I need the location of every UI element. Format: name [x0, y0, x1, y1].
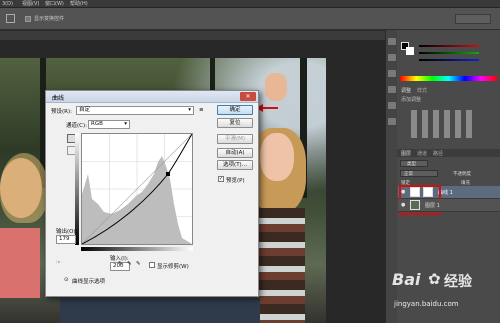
menu-3d[interactable]: 3(D): [2, 0, 13, 8]
person-right-raised-hand: [265, 73, 287, 101]
preview-label: 预览(P): [226, 178, 245, 184]
layer-kind-filter[interactable]: 类型: [400, 160, 428, 167]
info-icon[interactable]: [388, 70, 396, 77]
document-tab-bar[interactable]: [0, 31, 385, 40]
watermark-brand: Bai: [392, 270, 421, 289]
history-icon[interactable]: [388, 38, 396, 45]
person-right-dress: [255, 208, 305, 323]
preset-value: 自定: [79, 107, 91, 113]
gray-eyedropper-icon[interactable]: ✎: [127, 261, 132, 267]
chevron-down-icon: ▾: [188, 107, 191, 113]
channel-value: RGB: [91, 121, 103, 127]
options-bar: 显示变换控件: [0, 8, 500, 30]
curves-dialog: 曲线 ✕ 预设(R): 自定 ▾ ≡ 通道(C): RGB ▾ 输出(O): 1…: [45, 90, 259, 297]
properties-icon[interactable]: [388, 54, 396, 61]
tab-adjustments[interactable]: 调整: [401, 87, 411, 94]
dialog-title-bar[interactable]: 曲线 ✕: [46, 91, 258, 103]
layer-name[interactable]: 图层 1: [425, 202, 440, 209]
output-field[interactable]: 179: [56, 235, 76, 244]
smooth-button[interactable]: 平滑(M): [217, 134, 253, 144]
watermark-text: 经验: [444, 274, 472, 290]
eye-icon[interactable]: ●: [401, 202, 405, 208]
green-slider[interactable]: [419, 52, 479, 54]
tab-channels[interactable]: 通道: [417, 150, 427, 157]
watermark: Bai ✿ 经验 jingyan.baidu.com: [388, 262, 498, 320]
watermark-url: jingyan.baidu.com: [394, 300, 459, 308]
dialog-title: 曲线: [52, 95, 65, 102]
image-layer-thumbnail: [410, 200, 420, 210]
black-eyedropper-icon[interactable]: ✎: [118, 261, 123, 267]
channel-label: 通道(C):: [66, 123, 87, 129]
output-label: 输出(O):: [56, 229, 78, 235]
tab-styles[interactable]: 样式: [417, 87, 427, 94]
chevron-down-icon: ▾: [124, 121, 127, 127]
output-value: 179: [59, 236, 70, 242]
blend-mode-value: 正常: [404, 172, 413, 177]
brush-icon[interactable]: [388, 86, 396, 93]
white-eyedropper-icon[interactable]: ✎: [136, 261, 141, 267]
target-adjust-icon[interactable]: ☞: [56, 260, 61, 266]
channel-select[interactable]: RGB ▾: [88, 120, 130, 129]
layers-tabs: 图层 通道 路径: [397, 149, 500, 157]
curve-control-point: [166, 172, 170, 176]
tab-layers[interactable]: 图层: [401, 150, 411, 157]
blue-slider[interactable]: [419, 59, 479, 61]
menu-view[interactable]: 视图(V): [22, 0, 39, 8]
ok-button[interactable]: 确定: [217, 105, 253, 115]
input-gradient: [81, 247, 193, 251]
move-tool-icon[interactable]: [6, 14, 15, 23]
red-slider[interactable]: [419, 45, 479, 47]
paragraph-icon[interactable]: [388, 118, 396, 125]
curve-graph-svg: [82, 134, 192, 244]
close-icon[interactable]: ✕: [240, 92, 256, 101]
show-transform-checkbox[interactable]: [25, 16, 31, 22]
background-color-swatch[interactable]: [406, 47, 414, 55]
person-left-shirt: [0, 228, 40, 298]
preset-select[interactable]: 自定 ▾: [76, 106, 194, 115]
menu-bar: 3(D) 视图(V) 窗口(W) 帮助(H): [0, 0, 500, 8]
show-transform-label: 显示变换控件: [34, 16, 65, 22]
adjustment-icons-grid[interactable]: [411, 110, 475, 138]
blend-mode-select[interactable]: 正常: [400, 170, 438, 177]
menu-window[interactable]: 窗口(W): [45, 0, 64, 8]
curve-graph[interactable]: [81, 133, 193, 245]
adjustments-title: 添加调整: [401, 97, 422, 103]
person-right-face: [260, 133, 294, 181]
layer-row[interactable]: ● 图层 1: [398, 199, 500, 212]
annotation-arrow: [262, 107, 278, 109]
foreground-denim: [60, 298, 260, 323]
layer-kind-label: 类型: [407, 162, 416, 167]
curve-display-options-label[interactable]: 曲线显示选项: [72, 277, 105, 285]
show-clipping-label: 显示修剪(W): [157, 264, 189, 270]
options-button[interactable]: 选项(T)...: [217, 160, 253, 170]
person-left-hair: [0, 153, 48, 223]
color-spectrum[interactable]: [400, 76, 497, 81]
expand-icon[interactable]: ⊙: [64, 277, 69, 283]
auto-button[interactable]: 自动(A): [217, 148, 253, 158]
tab-paths[interactable]: 路径: [433, 150, 443, 157]
preset-label: 预设(R):: [51, 109, 72, 115]
workspace-dropdown[interactable]: [455, 14, 491, 24]
paw-icon: ✿: [428, 270, 441, 288]
preset-options-icon[interactable]: ≡: [199, 107, 204, 113]
reset-button[interactable]: 复位: [217, 118, 253, 128]
opacity-label: 不透明度: [453, 172, 471, 177]
preview-checkbox[interactable]: ✓: [218, 176, 224, 182]
character-icon[interactable]: [388, 102, 396, 109]
show-clipping-checkbox[interactable]: [149, 262, 155, 268]
menu-help[interactable]: 帮助(H): [70, 0, 88, 8]
